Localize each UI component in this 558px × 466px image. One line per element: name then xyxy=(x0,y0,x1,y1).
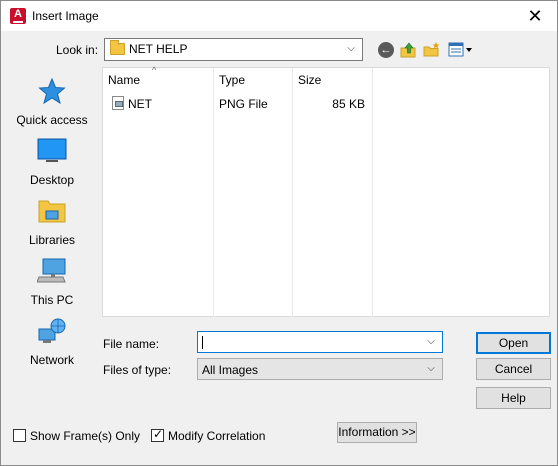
file-name-input[interactable]: ⌵ xyxy=(197,331,443,353)
open-button[interactable]: Open xyxy=(476,332,551,354)
create-new-folder-icon[interactable] xyxy=(423,41,441,59)
place-label: Network xyxy=(29,353,74,367)
file-list-view[interactable]: ^ Name Type Size NET PNG File 85 KB xyxy=(102,65,550,317)
app-icon-letter: A xyxy=(14,8,22,20)
look-in-dropdown[interactable]: NET HELP ⌵ xyxy=(104,38,363,61)
text-caret xyxy=(202,336,203,349)
desktop-icon xyxy=(37,137,67,165)
modify-correlation-checkbox[interactable]: ✓ xyxy=(151,427,164,442)
file-name-label: File name: xyxy=(103,337,160,351)
show-frames-checkbox[interactable] xyxy=(13,429,26,442)
place-libraries[interactable]: Libraries xyxy=(9,197,95,255)
autocad-app-icon: A xyxy=(10,8,26,24)
look-in-value: NET HELP xyxy=(129,42,188,56)
this-pc-icon xyxy=(36,257,67,285)
place-network[interactable]: Network xyxy=(9,317,95,375)
place-label: Desktop xyxy=(29,173,75,187)
place-this-pc[interactable]: This PC xyxy=(9,257,95,315)
column-divider xyxy=(292,68,293,317)
file-name-cell: NET xyxy=(128,97,152,111)
cancel-button[interactable]: Cancel xyxy=(476,358,551,380)
files-of-type-value: All Images xyxy=(202,363,259,377)
column-header-type[interactable]: Type xyxy=(214,68,293,92)
back-icon[interactable]: ← xyxy=(378,42,394,58)
dialog-title: Insert Image xyxy=(32,9,99,23)
up-one-level-icon[interactable] xyxy=(400,41,418,59)
place-desktop[interactable]: Desktop xyxy=(9,137,95,195)
place-label: Quick access xyxy=(16,113,88,127)
place-quick-access[interactable]: Quick access xyxy=(9,77,95,135)
information-button[interactable]: Information >> xyxy=(337,422,417,443)
column-divider xyxy=(372,68,373,317)
views-menu-icon[interactable] xyxy=(448,41,474,59)
help-button[interactable]: Help xyxy=(476,387,551,409)
title-bar[interactable]: A Insert Image ✕ xyxy=(1,1,557,31)
column-header-name[interactable]: Name xyxy=(103,68,214,92)
modify-correlation-label[interactable]: Modify Correlation xyxy=(168,429,265,443)
file-size-cell: 85 KB xyxy=(332,97,365,111)
close-icon[interactable]: ✕ xyxy=(523,4,547,28)
quick-access-star-icon xyxy=(37,77,67,105)
checkmark-icon: ✓ xyxy=(153,427,164,441)
look-in-label: Look in: xyxy=(56,43,99,57)
folder-icon xyxy=(110,40,125,55)
place-label: Libraries xyxy=(28,233,76,247)
column-divider xyxy=(213,68,214,317)
file-type-cell: PNG File xyxy=(219,97,268,111)
network-icon xyxy=(37,317,67,345)
files-of-type-label: Files of type: xyxy=(103,363,172,377)
chevron-down-icon[interactable]: ⌵ xyxy=(344,40,358,58)
column-header-size[interactable]: Size xyxy=(293,68,373,92)
png-file-icon xyxy=(112,96,124,110)
places-bar: Quick access Desktop Libraries This PC N… xyxy=(9,67,95,407)
files-of-type-select[interactable]: All Images ⌵ xyxy=(197,358,443,380)
libraries-icon xyxy=(37,197,67,225)
chevron-down-icon[interactable]: ⌵ xyxy=(424,333,438,351)
insert-image-dialog: A Insert Image ✕ Look in: NET HELP ⌵ ← Q… xyxy=(0,0,558,466)
place-label: This PC xyxy=(30,293,74,307)
chevron-down-icon[interactable]: ⌵ xyxy=(424,360,438,378)
show-frames-label[interactable]: Show Frame(s) Only xyxy=(30,429,140,443)
